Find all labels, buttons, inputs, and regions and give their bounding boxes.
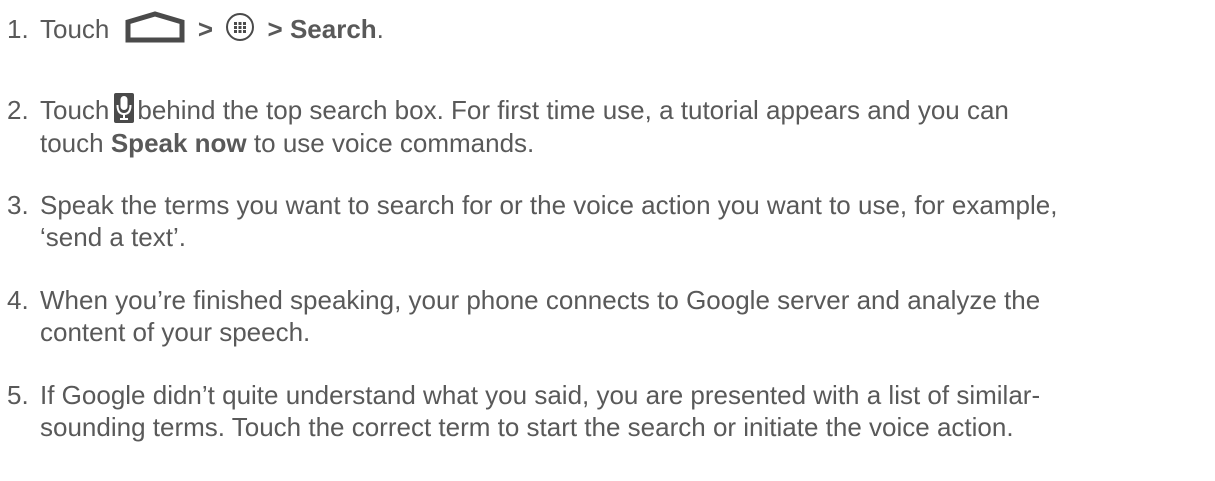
step-line-1: Touch behind the top search box. For fir… — [40, 93, 1210, 127]
all-apps-icon — [224, 11, 256, 43]
step-text-rest: behind the top search box. For first tim… — [137, 95, 1009, 125]
step-text: Speak the terms you want to search for o… — [40, 189, 1210, 253]
step-number: 2. — [7, 95, 29, 125]
separator: > — [267, 14, 283, 44]
step-text: If Google didn’t quite understand what y… — [40, 379, 1210, 443]
separator: > — [197, 14, 214, 44]
step-line-2: content of your speech. — [40, 317, 311, 347]
step-number: 5. — [7, 380, 29, 410]
microphone-icon — [114, 93, 135, 124]
step-number: 1. — [7, 14, 29, 44]
step-text: When you’re finished speaking, your phon… — [40, 284, 1210, 348]
step-line-2: sounding terms. Touch the correct term t… — [40, 412, 1014, 442]
step-line-1: If Google didn’t quite understand what y… — [40, 380, 1041, 410]
step-text: Touch > > Search. — [40, 11, 1210, 47]
step-line-2: touch Speak now to use voice commands. — [40, 127, 1210, 159]
step-text-touch: touch — [40, 128, 104, 159]
speak-now-label: Speak now — [110, 128, 247, 159]
step-end: . — [376, 14, 384, 44]
step-text: Touch behind the top search box. For fir… — [40, 93, 1210, 159]
home-icon — [123, 11, 187, 43]
step-number: 3. — [7, 190, 29, 220]
search-label: Search — [289, 14, 377, 44]
step-touch-word: Touch — [40, 14, 110, 44]
step-line-2: ‘send a text’. — [40, 222, 186, 252]
step-line-1: Speak the terms you want to search for o… — [40, 190, 1058, 220]
step-line-1: When you’re finished speaking, your phon… — [40, 285, 1041, 315]
step-touch-word: Touch — [40, 95, 110, 125]
step-number: 4. — [7, 285, 29, 315]
step-text-end: to use voice commands. — [253, 128, 535, 159]
